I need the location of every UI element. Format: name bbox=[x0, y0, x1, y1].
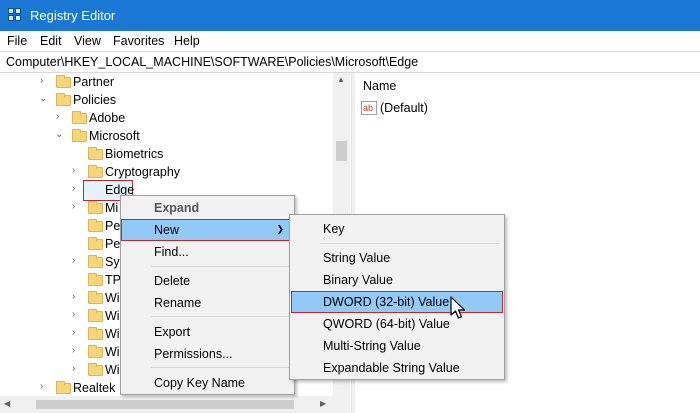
menu-item-rename[interactable]: Rename bbox=[121, 292, 294, 314]
expand-arrow-icon[interactable]: › bbox=[72, 184, 82, 194]
menu-separator bbox=[151, 266, 290, 267]
scroll-right-arrow-icon[interactable]: ▶ bbox=[320, 400, 326, 408]
scroll-left-arrow-icon[interactable]: ◀ bbox=[4, 400, 10, 408]
registry-editor-icon bbox=[8, 8, 22, 22]
menu-separator bbox=[151, 316, 290, 317]
folder-icon bbox=[88, 201, 103, 214]
folder-icon bbox=[88, 327, 103, 340]
collapse-arrow-icon[interactable]: ⌄ bbox=[39, 94, 49, 104]
folder-icon bbox=[88, 219, 103, 232]
string-value-icon: ab bbox=[361, 101, 377, 115]
folder-icon bbox=[88, 147, 103, 160]
submenu-item-binary-value[interactable]: Binary Value bbox=[290, 269, 504, 291]
menu-item-find[interactable]: Find... bbox=[121, 241, 294, 263]
menu-separator bbox=[151, 367, 290, 368]
tree-horizontal-scrollbar[interactable]: ◀ ▶ bbox=[0, 396, 350, 413]
folder-icon bbox=[56, 75, 71, 88]
expand-arrow-icon[interactable]: › bbox=[72, 328, 82, 338]
folder-icon bbox=[88, 165, 103, 178]
window-title: Registry Editor bbox=[30, 8, 116, 23]
folder-icon bbox=[56, 93, 71, 106]
scrollbar-thumb[interactable] bbox=[36, 400, 294, 409]
submenu-item-qword-value[interactable]: QWORD (64-bit) Value bbox=[290, 313, 504, 335]
menu-view[interactable]: View bbox=[74, 34, 101, 48]
folder-icon bbox=[88, 273, 103, 286]
expand-arrow-icon[interactable]: › bbox=[72, 346, 82, 356]
submenu-item-dword-value[interactable]: DWORD (32-bit) Value bbox=[291, 291, 503, 313]
submenu-item-multi-string-value[interactable]: Multi-String Value bbox=[290, 335, 504, 357]
expand-arrow-icon[interactable]: › bbox=[72, 256, 82, 266]
menu-item-copy-key-name[interactable]: Copy Key Name bbox=[121, 372, 294, 394]
value-name: (Default) bbox=[380, 101, 428, 115]
menu-item-delete[interactable]: Delete bbox=[121, 270, 294, 292]
expand-arrow-icon[interactable]: › bbox=[72, 202, 82, 212]
scrollbar-thumb[interactable] bbox=[336, 141, 347, 161]
folder-icon bbox=[88, 363, 103, 376]
address-bar[interactable]: Computer\HKEY_LOCAL_MACHINE\SOFTWARE\Pol… bbox=[0, 51, 700, 73]
scroll-up-arrow-icon[interactable]: ▲ bbox=[337, 76, 345, 84]
expand-arrow-icon[interactable]: › bbox=[72, 166, 82, 176]
submenu-item-expandable-string-value[interactable]: Expandable String Value bbox=[290, 357, 504, 379]
expand-arrow-icon[interactable]: › bbox=[72, 292, 82, 302]
menu-item-new[interactable]: New ❯ bbox=[121, 219, 294, 241]
menu-edit[interactable]: Edit bbox=[40, 34, 62, 48]
menu-separator bbox=[320, 243, 500, 244]
context-menu: Expand New ❯ Find... Delete Rename Expor… bbox=[120, 195, 295, 395]
mouse-cursor-icon bbox=[450, 296, 466, 319]
folder-icon bbox=[88, 237, 103, 250]
expand-arrow-icon[interactable]: › bbox=[40, 76, 50, 86]
expand-arrow-icon[interactable]: › bbox=[72, 364, 82, 374]
folder-icon bbox=[72, 111, 87, 124]
submenu-item-string-value[interactable]: String Value bbox=[290, 247, 504, 269]
address-path[interactable]: Computer\HKEY_LOCAL_MACHINE\SOFTWARE\Pol… bbox=[6, 55, 418, 69]
expand-arrow-icon[interactable]: › bbox=[72, 310, 82, 320]
submenu-item-key[interactable]: Key bbox=[290, 218, 504, 240]
menu-item-export[interactable]: Export bbox=[121, 321, 294, 343]
submenu-arrow-icon: ❯ bbox=[276, 224, 284, 234]
folder-icon bbox=[88, 345, 103, 358]
folder-icon bbox=[88, 309, 103, 322]
new-submenu: Key String Value Binary Value DWORD (32-… bbox=[289, 214, 505, 380]
folder-icon bbox=[72, 129, 87, 142]
expand-arrow-icon[interactable]: › bbox=[56, 112, 66, 122]
menu-file[interactable]: File bbox=[7, 34, 27, 48]
menu-item-expand[interactable]: Expand bbox=[121, 197, 294, 219]
menu-item-permissions[interactable]: Permissions... bbox=[121, 343, 294, 365]
folder-icon bbox=[88, 291, 103, 304]
menu-favorites[interactable]: Favorites bbox=[113, 34, 164, 48]
menu-help[interactable]: Help bbox=[174, 34, 200, 48]
column-header-name[interactable]: Name bbox=[363, 79, 396, 93]
folder-icon bbox=[56, 381, 71, 394]
expand-arrow-icon[interactable]: › bbox=[40, 382, 50, 392]
folder-icon bbox=[88, 255, 103, 268]
title-bar: Registry Editor bbox=[0, 0, 700, 31]
collapse-arrow-icon[interactable]: ⌄ bbox=[55, 130, 65, 140]
menu-bar: File Edit View Favorites Help bbox=[0, 31, 700, 51]
